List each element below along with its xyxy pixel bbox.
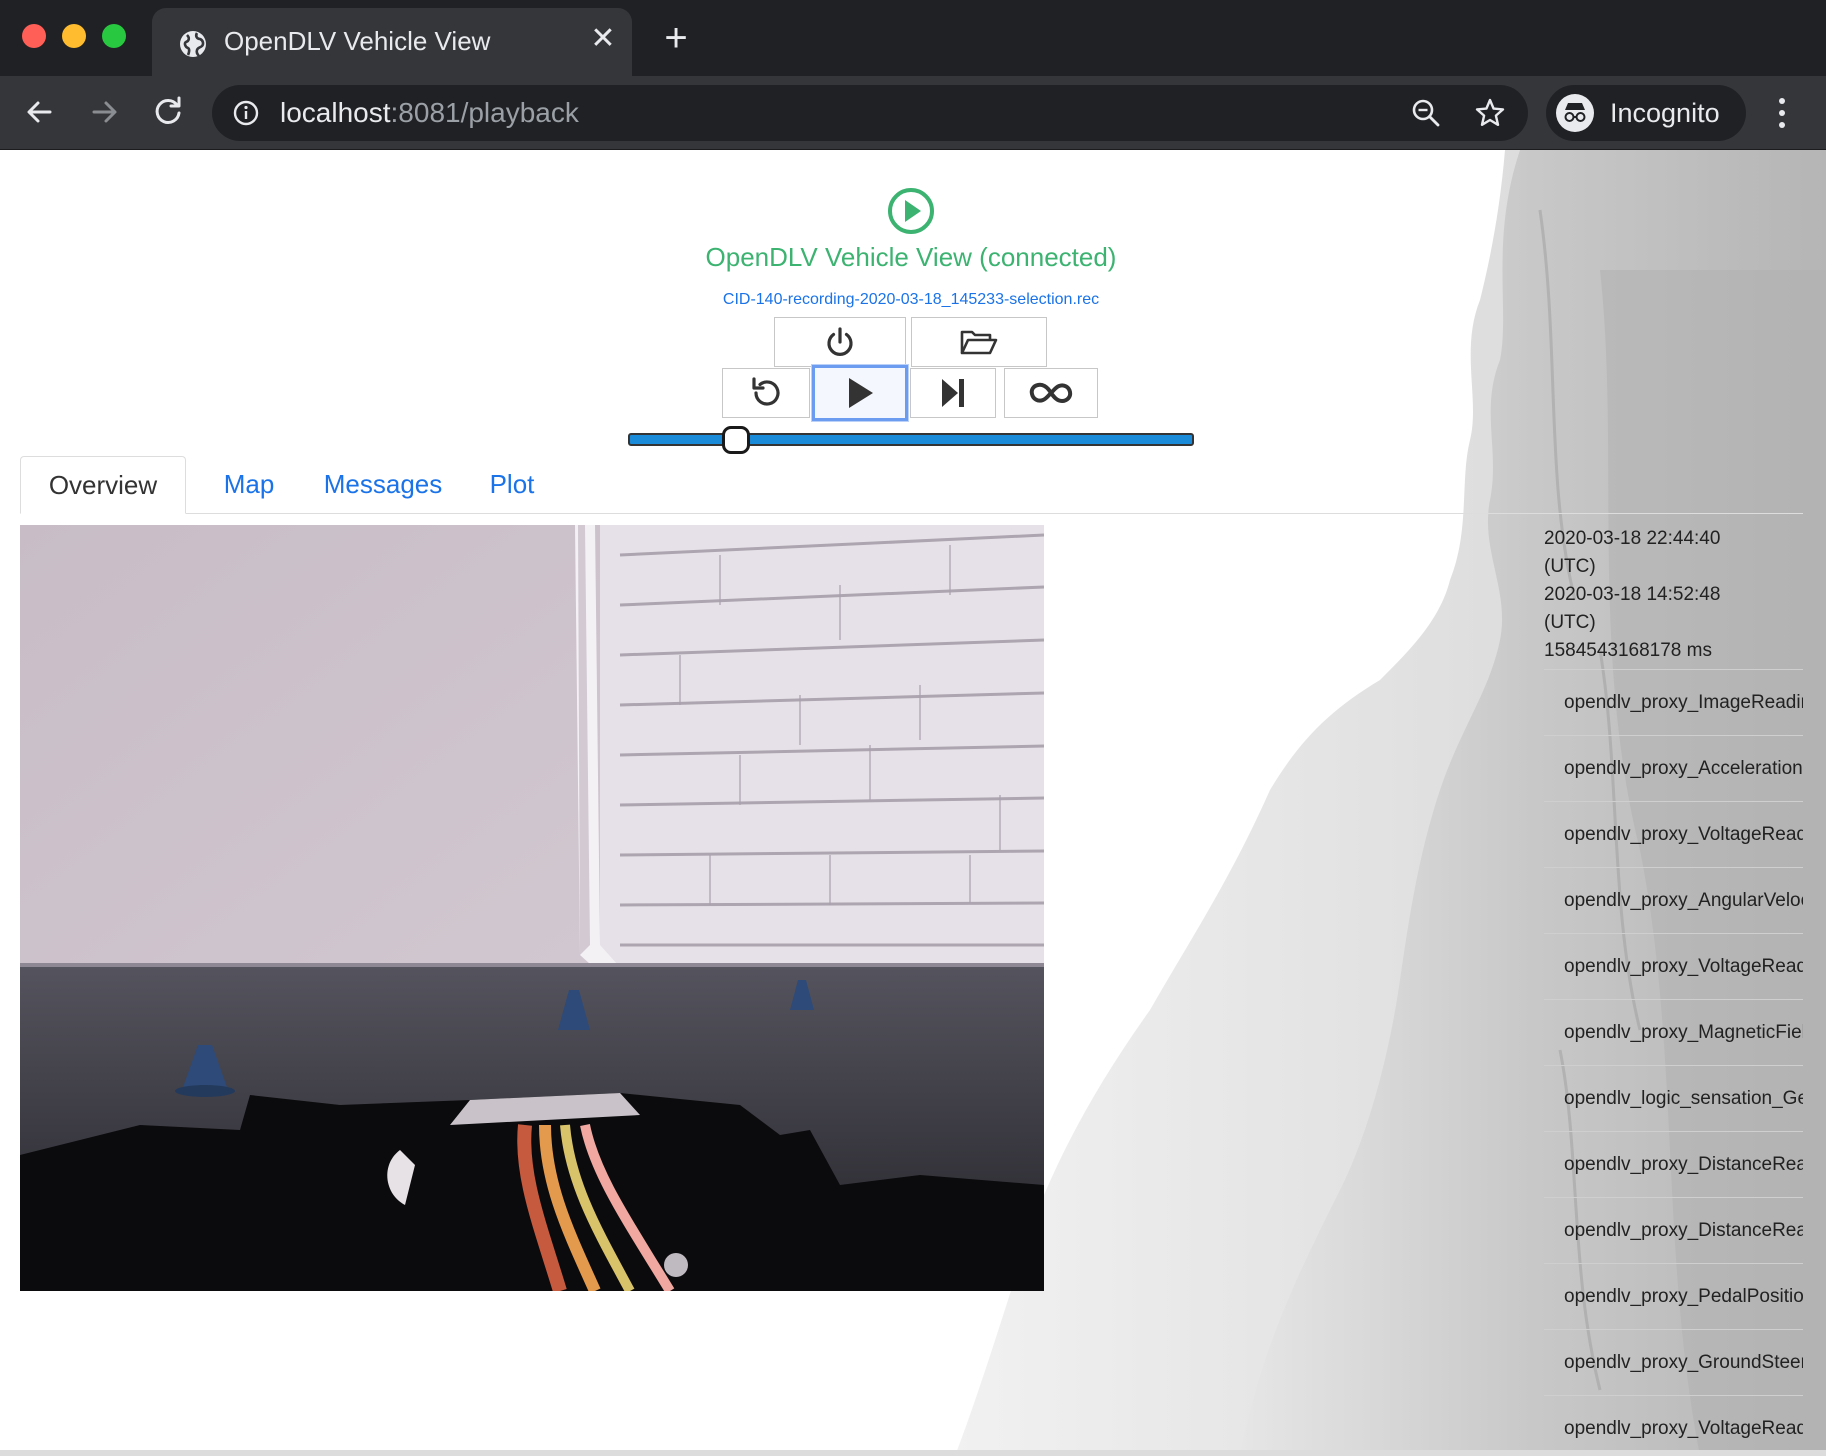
timestamp-line: (UTC) bbox=[1544, 612, 1596, 633]
timestamp-line: 2020-03-18 22:44:40 bbox=[1544, 528, 1721, 549]
timestamp-block: 2020-03-18 22:44:40 (UTC) 2020-03-18 14:… bbox=[1544, 525, 1803, 670]
playback-slider-track[interactable] bbox=[628, 433, 1194, 446]
replay-icon bbox=[752, 377, 780, 406]
browser-tab-strip: OpenDLV Vehicle View ✕ + bbox=[0, 0, 1826, 76]
loop-button[interactable] bbox=[1004, 368, 1098, 418]
tab-plot[interactable]: Plot bbox=[470, 456, 554, 514]
message-side-panel: 2020-03-18 22:44:40 (UTC) 2020-03-18 14:… bbox=[1544, 525, 1803, 1456]
zoom-out-icon[interactable] bbox=[1410, 97, 1442, 129]
url-text[interactable]: localhost:8081/playback bbox=[280, 97, 579, 129]
playback-slider-thumb[interactable] bbox=[721, 426, 750, 454]
message-list-item[interactable]: opendlv_proxy_AngularVelocityReading bbox=[1544, 868, 1803, 934]
play-button[interactable] bbox=[812, 365, 908, 421]
message-list-item[interactable]: opendlv_logic_sensation_Geolocation bbox=[1544, 1066, 1803, 1132]
address-bar[interactable]: localhost:8081/playback bbox=[212, 85, 1528, 141]
window-minimize-button[interactable] bbox=[62, 24, 86, 48]
timestamp-line: 2020-03-18 14:52:48 bbox=[1544, 584, 1721, 605]
forward-arrow-icon[interactable] bbox=[82, 90, 126, 134]
kebab-menu-icon[interactable] bbox=[1766, 92, 1798, 134]
recording-file-name[interactable]: CID-140-recording-2020-03-18_145233-sele… bbox=[0, 291, 1822, 309]
tab-overview[interactable]: Overview bbox=[20, 456, 186, 514]
timestamp-line: (UTC) bbox=[1544, 556, 1596, 577]
plus-icon[interactable]: + bbox=[656, 18, 696, 58]
message-list-item[interactable]: opendlv_proxy_AccelerationReading bbox=[1544, 736, 1803, 802]
url-path: :8081/playback bbox=[390, 97, 579, 128]
play-icon bbox=[849, 378, 873, 408]
infinity-icon bbox=[1029, 382, 1073, 404]
url-host: localhost bbox=[280, 97, 391, 128]
message-list-item[interactable]: opendlv_proxy_PedalPositionRequest bbox=[1544, 1264, 1803, 1330]
incognito-icon bbox=[1556, 94, 1594, 132]
message-list-item[interactable]: opendlv_proxy_VoltageReading bbox=[1544, 934, 1803, 1000]
browser-tab-title: OpenDLV Vehicle View bbox=[224, 26, 491, 56]
message-list-item[interactable]: opendlv_proxy_DistanceReading bbox=[1544, 1132, 1803, 1198]
power-button[interactable] bbox=[774, 317, 906, 367]
info-icon[interactable] bbox=[232, 99, 260, 127]
camera-frame-image bbox=[20, 525, 1044, 1291]
message-list-item[interactable]: opendlv_proxy_DistanceReading bbox=[1544, 1198, 1803, 1264]
browser-toolbar: localhost:8081/playback Incognito bbox=[0, 76, 1826, 150]
globe-icon bbox=[180, 31, 206, 57]
open-folder-button[interactable] bbox=[911, 317, 1047, 367]
message-list-item[interactable]: opendlv_proxy_VoltageReading bbox=[1544, 802, 1803, 868]
message-list-item[interactable]: opendlv_proxy_GroundSteeringRequest bbox=[1544, 1330, 1803, 1396]
app-title: OpenDLV Vehicle View (connected) bbox=[705, 242, 1117, 272]
page-viewport: OpenDLV Vehicle View (connected) CID-140… bbox=[0, 150, 1826, 1456]
reload-icon[interactable] bbox=[146, 90, 190, 134]
browser-tab[interactable]: OpenDLV Vehicle View ✕ bbox=[152, 8, 632, 76]
close-icon[interactable]: ✕ bbox=[586, 22, 620, 56]
incognito-profile-button[interactable]: Incognito bbox=[1546, 85, 1746, 141]
step-forward-icon bbox=[942, 379, 964, 407]
window-close-button[interactable] bbox=[22, 24, 46, 48]
play-circle-icon bbox=[888, 188, 934, 234]
folder-open-icon bbox=[960, 330, 998, 355]
back-arrow-icon[interactable] bbox=[18, 90, 62, 134]
window-maximize-button[interactable] bbox=[102, 24, 126, 48]
message-list-item[interactable]: opendlv_proxy_ImageReading bbox=[1544, 670, 1803, 736]
replay-button[interactable] bbox=[722, 368, 810, 418]
timestamp-line: 1584543168178 ms bbox=[1544, 640, 1712, 661]
step-forward-button[interactable] bbox=[910, 368, 996, 418]
message-list-item[interactable]: opendlv_proxy_VoltageReading bbox=[1544, 1396, 1803, 1456]
star-icon[interactable] bbox=[1474, 97, 1506, 129]
message-list-item[interactable]: opendlv_proxy_MagneticFieldReading bbox=[1544, 1000, 1803, 1066]
horizontal-scrollbar[interactable] bbox=[0, 1450, 1826, 1456]
tab-map[interactable]: Map bbox=[198, 456, 300, 514]
power-icon bbox=[827, 327, 853, 356]
view-tabs: Overview Map Messages Plot bbox=[20, 456, 1803, 514]
tab-messages[interactable]: Messages bbox=[312, 456, 454, 514]
incognito-label: Incognito bbox=[1610, 98, 1720, 128]
